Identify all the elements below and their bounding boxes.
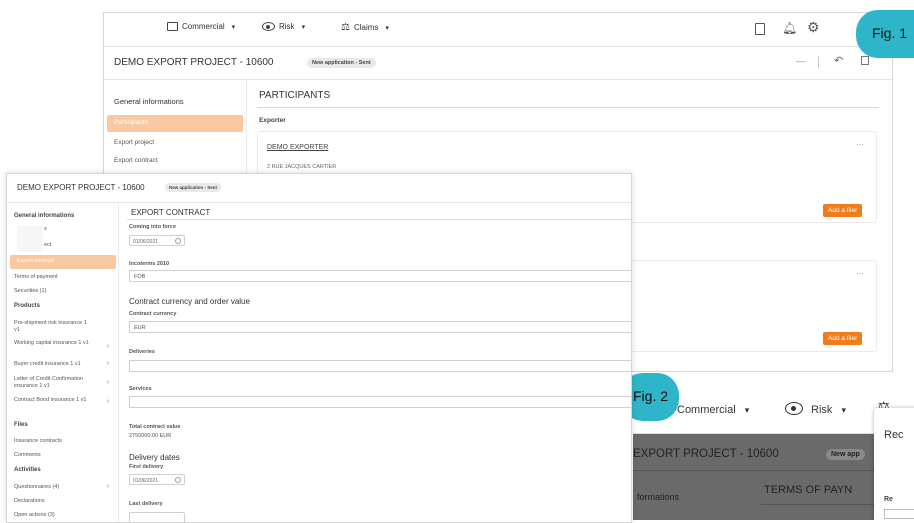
eye-icon <box>262 22 275 31</box>
sidebar-item-product[interactable]: Letter of Credit Confirmation insurance … <box>7 373 102 391</box>
services-label: Services <box>129 386 152 392</box>
undo-icon[interactable]: ↶ <box>834 54 843 67</box>
sidebar-item-securities[interactable]: Securities (1) <box>7 285 112 299</box>
services-field[interactable] <box>129 396 631 408</box>
project-title: EXPORT PROJECT - 10600 <box>633 448 779 460</box>
document-list-icon[interactable] <box>755 23 765 35</box>
first-delivery-date[interactable]: 01/06/2021 <box>129 474 185 485</box>
last-delivery-date[interactable] <box>129 512 185 522</box>
sidebar-item-export-contract[interactable]: Export contract <box>10 255 116 269</box>
chevron-right-icon: › <box>106 379 109 386</box>
sidebar-item-open-actions[interactable]: Open actions (3) <box>7 509 112 522</box>
first-delivery-label: First delivery <box>129 464 164 470</box>
delivery-dates-heading: Delivery dates <box>129 453 180 462</box>
title-underline <box>127 219 631 220</box>
sidebar-label: formations <box>637 492 680 502</box>
sidebar-item-product[interactable]: Buyer credit insurance 1 v1 <box>7 358 107 372</box>
chevron-down-icon: ▾ <box>231 23 236 31</box>
front-window: DEMO EXPORT PROJECT - 10600 New applicat… <box>6 173 632 523</box>
deliveries-label: Deliveries <box>129 349 155 355</box>
fig2-divider <box>633 470 914 471</box>
fig1-project-bar: DEMO EXPORT PROJECT - 10600 New applicat… <box>104 47 892 80</box>
project-title: DEMO EXPORT PROJECT - 10600 <box>17 183 145 192</box>
chevron-down-icon: ▾ <box>744 405 750 415</box>
currency-field[interactable]: EUR <box>129 321 631 333</box>
sidebar-item-declarations[interactable]: Declarations <box>7 495 112 509</box>
sidebar-header-files: Files <box>14 422 28 428</box>
sidebar-header: General informations <box>114 97 184 106</box>
sidebar-header-general: General informations <box>14 213 75 219</box>
chevron-right-icon: › <box>106 343 109 350</box>
incoterms-field[interactable]: FOB <box>129 270 631 282</box>
deliveries-field[interactable] <box>129 360 631 372</box>
sidebar-item-insurance-contracts[interactable]: Insurance contracts <box>7 435 112 449</box>
exporter-name-link[interactable]: DEMO EXPORTER <box>267 144 328 151</box>
modal-dialog: Rec Re <box>874 408 914 520</box>
incoterms-label: Incoterms 2010 <box>129 261 170 267</box>
redacted-area <box>17 226 43 252</box>
section-title: EXPORT CONTRACT <box>131 208 211 217</box>
last-delivery-label: Last delivery <box>129 501 163 507</box>
save-icon[interactable] <box>861 56 869 65</box>
total-contract-label: Total contract value <box>129 424 181 430</box>
status-badge: New application - Sent <box>165 183 222 192</box>
sidebar-item-product[interactable]: Pre-shipment risk insurance 1 v1 <box>7 317 97 335</box>
add-filer-button[interactable]: Add a filer <box>823 332 863 345</box>
front-project-bar: DEMO EXPORT PROJECT - 10600 New applicat… <box>7 174 631 203</box>
chevron-down-icon: ▾ <box>385 24 389 32</box>
chevron-right-icon: › <box>106 398 109 405</box>
more-icon[interactable]: ··· <box>856 269 864 278</box>
sidebar-item-product[interactable]: Working capital insurance 1 v1 <box>7 337 97 355</box>
chevron-down-icon: ▾ <box>841 405 846 415</box>
sidebar-header-products: Products <box>14 303 41 309</box>
nav-claims[interactable]: ⚖ Claims ▾ <box>341 22 389 33</box>
fig2-dim-overlay: EXPORT PROJECT - 10600 New app formation… <box>633 434 914 520</box>
nav-risk[interactable]: Risk ▾ <box>262 22 305 31</box>
modal-field-label: Re <box>884 496 893 503</box>
chevron-right-icon: › <box>106 483 109 490</box>
nav-risk[interactable]: Risk ▾ <box>811 404 846 416</box>
coming-into-force-date[interactable]: 01/06/2021 <box>129 235 185 246</box>
add-filer-button[interactable]: Add a filer <box>823 204 863 217</box>
more-icon[interactable]: ··· <box>856 140 864 149</box>
title-underline <box>257 107 879 108</box>
modal-field[interactable] <box>884 509 914 519</box>
fig1-badge: Fig. 1 <box>856 10 914 58</box>
currency-section-heading: Contract currency and order value <box>129 297 250 306</box>
sidebar-header-activities: Activities <box>14 467 41 473</box>
calendar-icon <box>175 237 181 244</box>
exporter-label: Exporter <box>259 117 286 124</box>
sidebar-item-questionnaires[interactable]: Questionnaires (4) <box>7 481 112 495</box>
divider <box>818 56 819 68</box>
eye-icon <box>785 402 803 415</box>
sidebar-item-export-project[interactable]: Export project <box>107 135 243 152</box>
project-title: DEMO EXPORT PROJECT - 10600 <box>114 57 274 68</box>
calendar-icon <box>175 476 181 483</box>
sidebar-item-product[interactable]: Contract Bond insurance 1 v1 <box>7 394 99 412</box>
sidebar-item-comments[interactable]: Comments <box>7 449 112 463</box>
status-badge: New application - Sent <box>307 58 376 68</box>
modal-title: Rec <box>884 429 904 441</box>
sidebar-item-export-contract[interactable]: Export contract <box>107 153 243 170</box>
main-underline <box>761 504 881 505</box>
sidebar-item-terms-of-payment[interactable]: Terms of payment <box>7 271 112 285</box>
gear-icon[interactable]: ⚙ <box>807 19 820 36</box>
status-badge: New app <box>826 449 865 460</box>
scales-icon: ⚖ <box>341 22 350 33</box>
fig1-topbar: Commercial ▾ Risk ▾ ⚖ Claims ▾ 🔔︎ ⚙ <box>104 13 892 47</box>
sidebar-item-participants[interactable]: Participants <box>107 115 243 132</box>
nav-commercial[interactable]: Commercial ▾ <box>677 404 749 416</box>
bell-icon[interactable]: 🔔︎ <box>782 21 797 35</box>
main-title: TERMS OF PAYN <box>764 484 853 496</box>
briefcase-icon <box>167 22 178 31</box>
coming-into-force-label: Coming into force <box>129 224 177 230</box>
total-contract-value: 2750000.00 EUR <box>129 433 172 439</box>
nav-commercial[interactable]: Commercial ▾ <box>167 22 235 31</box>
chevron-down-icon: ▾ <box>301 23 306 31</box>
currency-label: Contract currency <box>129 311 177 317</box>
chevron-right-icon: › <box>106 360 109 367</box>
minimize-icon[interactable]: — <box>796 56 805 66</box>
section-title: PARTICIPANTS <box>259 90 331 101</box>
exporter-address: 2 RUE JACQUES CARTIER <box>267 164 337 170</box>
